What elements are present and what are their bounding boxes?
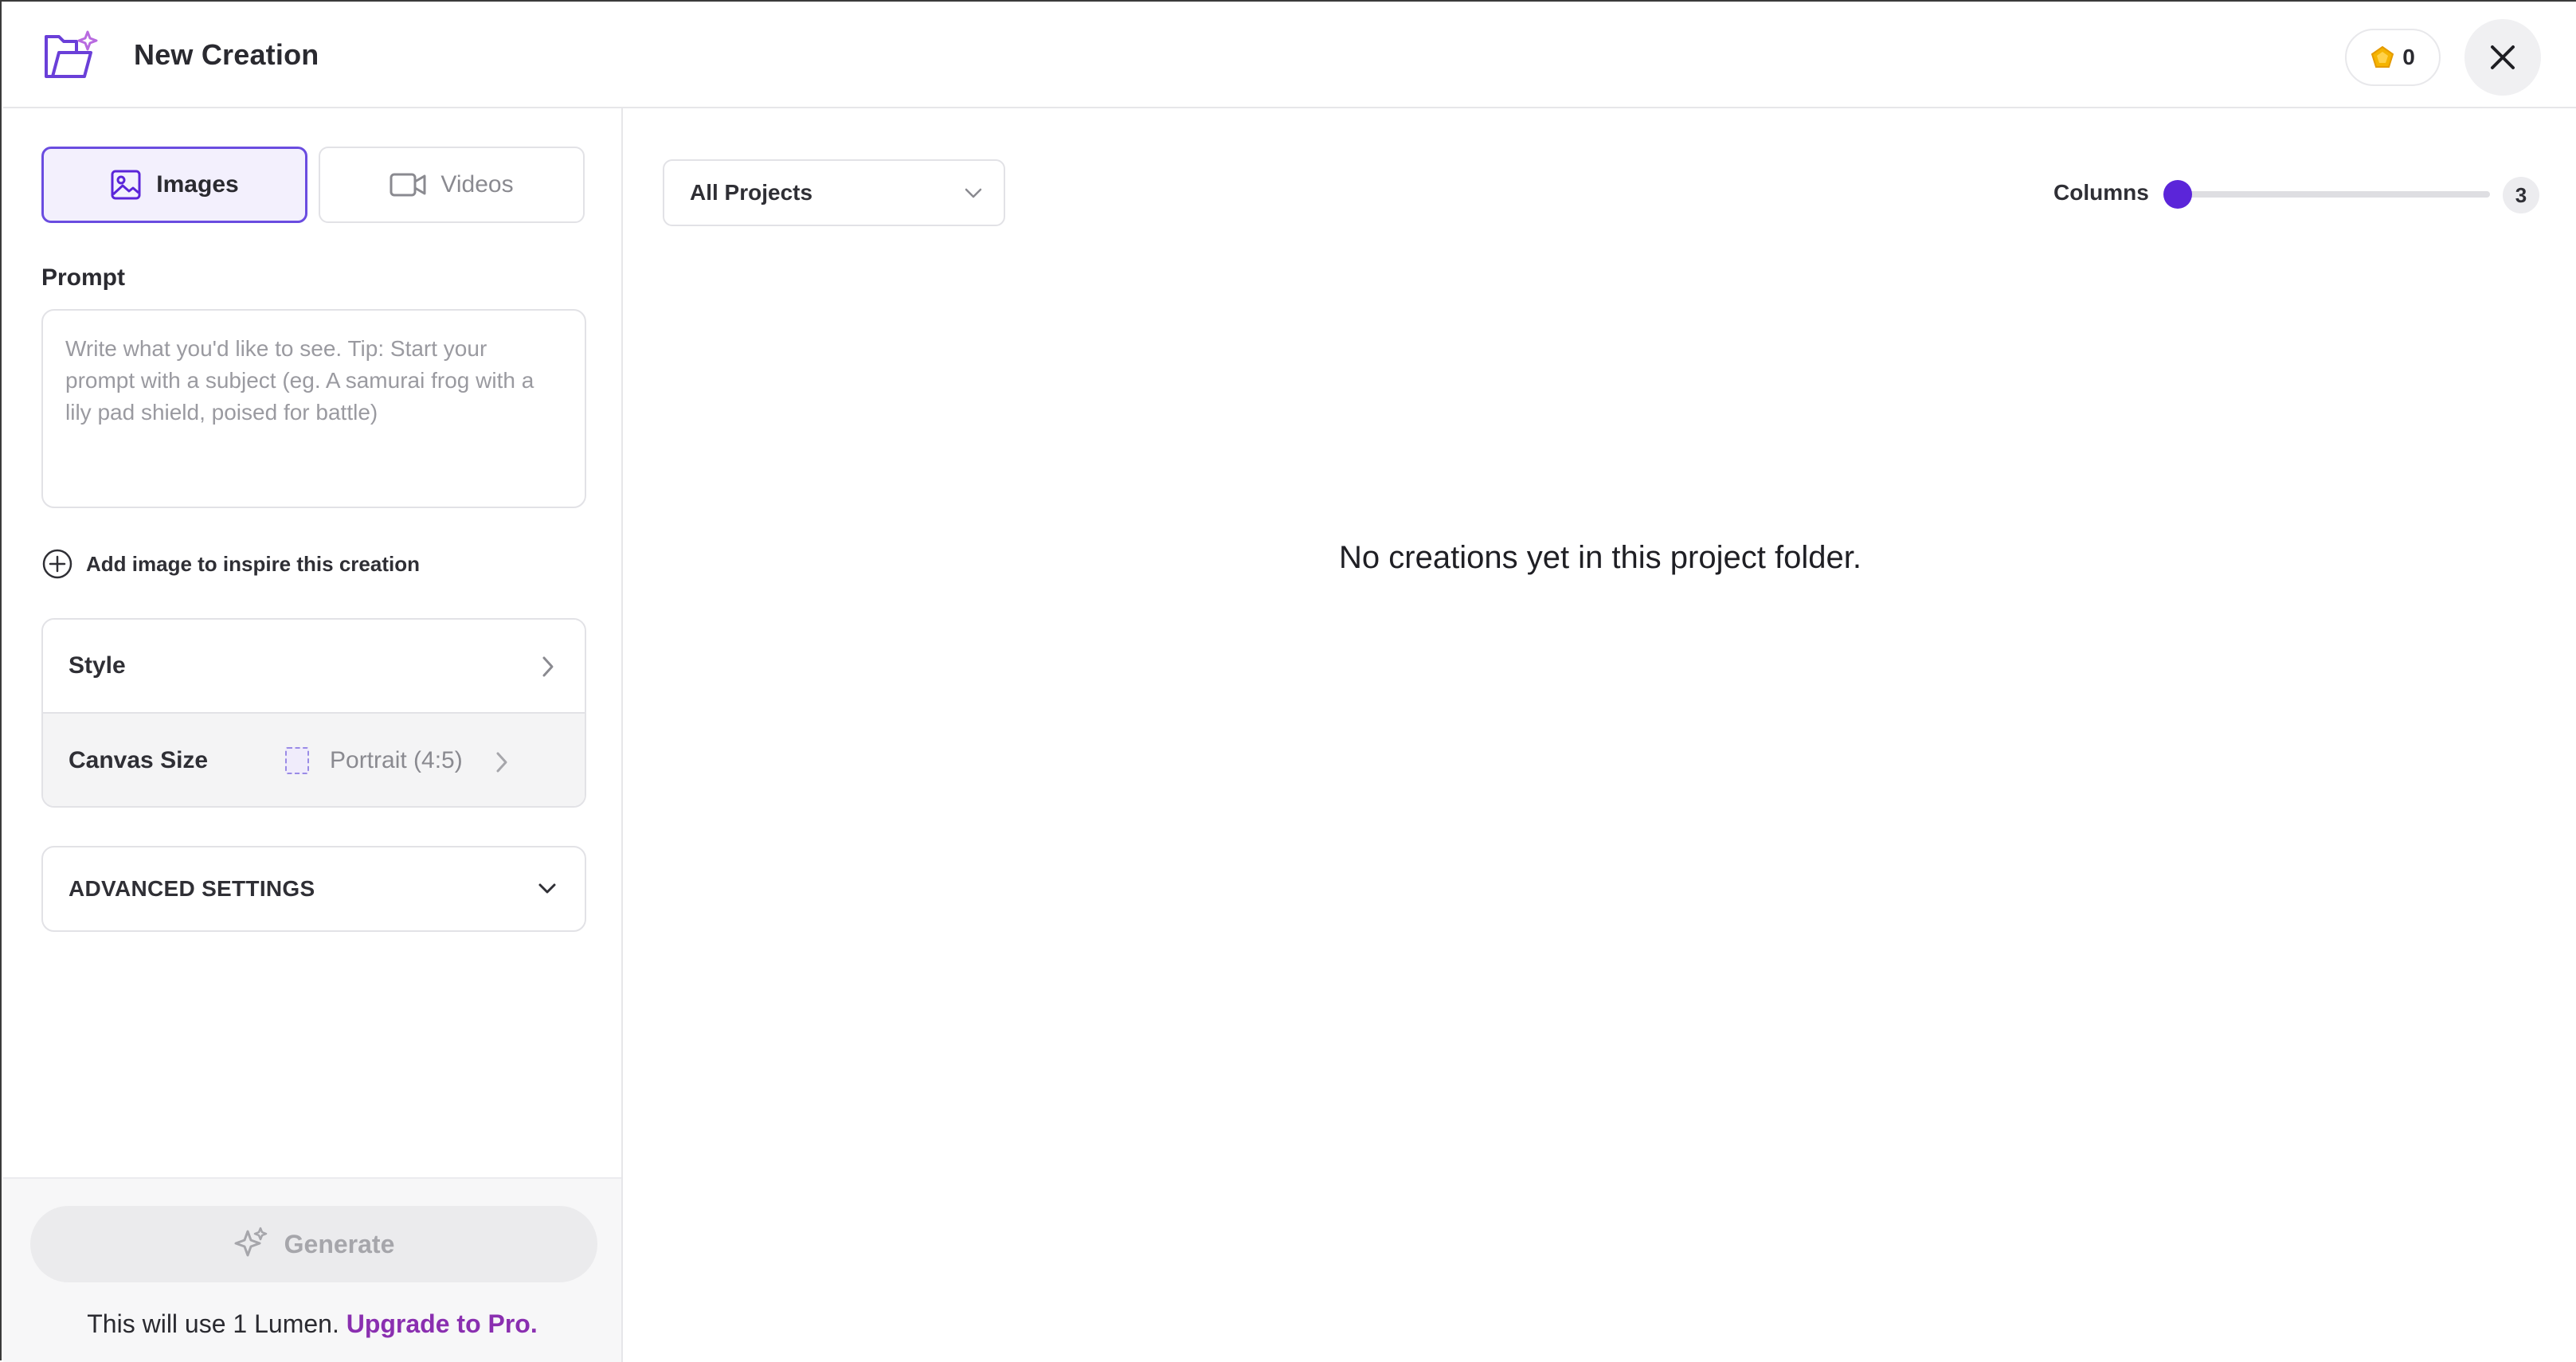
canvas-size-value: Portrait (4:5)	[330, 747, 463, 773]
app-window: New Creation 0 Images Videos Prompt Writ…	[0, 0, 2576, 1362]
add-image-button[interactable]: Add image to inspire this creation	[41, 548, 420, 580]
sparkle-icon	[234, 1227, 267, 1257]
columns-slider-thumb[interactable]	[2163, 180, 2192, 209]
advanced-settings-toggle[interactable]: ADVANCED SETTINGS	[41, 846, 586, 932]
lumen-gem-icon	[2371, 45, 2394, 68]
chevron-right-icon	[496, 752, 507, 773]
header: New Creation 0	[3, 3, 2576, 108]
upgrade-link[interactable]: Upgrade to Pro.	[346, 1309, 538, 1338]
tab-images[interactable]: Images	[41, 147, 307, 223]
chevron-right-icon	[542, 656, 554, 677]
empty-state-message: No creations yet in this project folder.	[1339, 540, 1862, 575]
tab-images-label: Images	[156, 171, 239, 198]
usage-text: This will use 1 Lumen.	[87, 1309, 346, 1338]
plus-circle-icon	[42, 549, 72, 579]
page-title: New Creation	[134, 38, 319, 71]
close-icon	[2491, 45, 2515, 69]
video-camera-icon	[390, 173, 426, 197]
chevron-down-icon	[965, 188, 982, 198]
sidebar-footer: Generate This will use 1 Lumen. Upgrade …	[3, 1177, 621, 1362]
canvas-size-row[interactable]: Canvas Size Portrait (4:5)	[43, 714, 585, 806]
tab-videos[interactable]: Videos	[319, 147, 585, 223]
style-label: Style	[69, 652, 126, 679]
folder-sparkle-icon	[45, 30, 98, 78]
advanced-settings-label: ADVANCED SETTINGS	[69, 876, 315, 901]
style-row[interactable]: Style	[43, 620, 585, 714]
columns-value-badge: 3	[2503, 177, 2539, 213]
canvas-size-label: Canvas Size	[69, 747, 209, 773]
usage-note: This will use 1 Lumen. Upgrade to Pro.	[3, 1309, 621, 1339]
project-filter-value: All Projects	[690, 180, 813, 205]
settings-card: Style Canvas Size Portrait (4:5)	[41, 618, 586, 808]
generate-button[interactable]: Generate	[30, 1206, 597, 1282]
prompt-placeholder: Write what you'd like to see. Tip: Start…	[65, 336, 534, 425]
chevron-down-icon	[538, 883, 556, 894]
add-image-label: Add image to inspire this creation	[86, 551, 420, 576]
columns-slider-track[interactable]	[2181, 191, 2490, 198]
generate-label: Generate	[284, 1229, 395, 1258]
columns-label: Columns	[2053, 180, 2149, 205]
lumens-balance[interactable]: 0	[2345, 29, 2441, 86]
portrait-ratio-icon	[285, 747, 309, 774]
tab-videos-label: Videos	[440, 171, 514, 198]
prompt-label: Prompt	[41, 264, 125, 291]
lumens-count: 0	[2402, 45, 2415, 69]
prompt-input[interactable]: Write what you'd like to see. Tip: Start…	[41, 309, 586, 508]
image-icon	[111, 170, 141, 200]
creation-sidebar: Images Videos Prompt Write what you'd li…	[3, 108, 623, 1362]
close-button[interactable]	[2464, 19, 2541, 96]
project-filter-dropdown[interactable]: All Projects	[663, 159, 1005, 226]
